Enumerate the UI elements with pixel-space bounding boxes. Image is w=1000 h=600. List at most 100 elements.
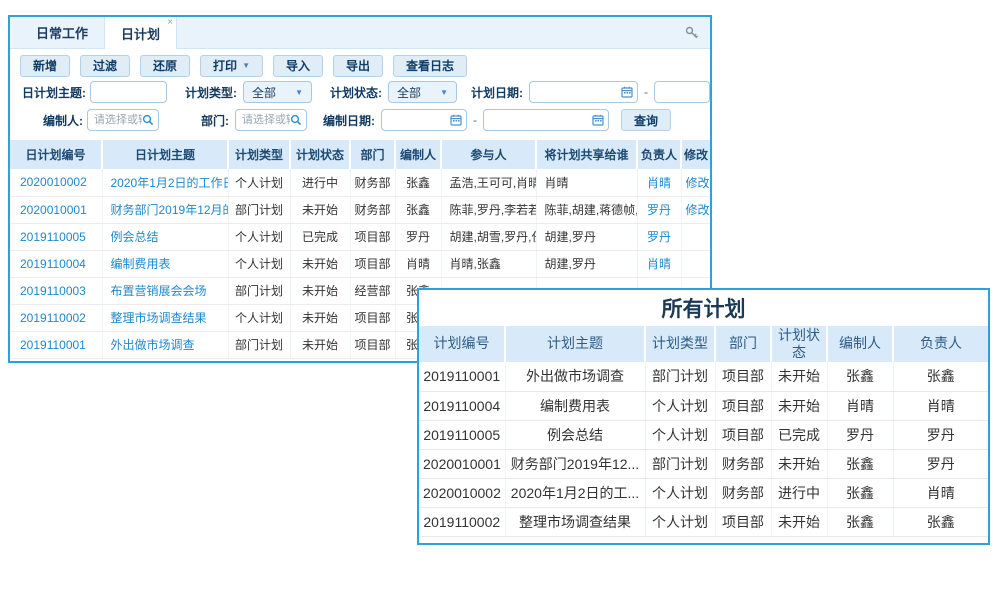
export-button[interactable]: 导出 bbox=[333, 55, 383, 77]
column-header[interactable]: 将计划共享给谁 bbox=[536, 140, 637, 169]
cell: 编制费用表 bbox=[505, 391, 645, 420]
search-icon[interactable] bbox=[142, 114, 154, 126]
table-row: 2019110005例会总结个人计划项目部已完成罗丹罗丹 bbox=[419, 420, 988, 449]
cell-link[interactable]: 2019110001 bbox=[20, 338, 86, 352]
cell: 个人计划 bbox=[645, 420, 715, 449]
cell-link[interactable]: 修改 bbox=[686, 176, 710, 190]
cell: 张鑫 bbox=[893, 362, 988, 391]
cell: 2019110001 bbox=[419, 362, 505, 391]
cell: 张鑫 bbox=[893, 507, 988, 536]
cell: 2019110003 bbox=[10, 277, 102, 304]
cell: 陈菲,胡建,蒋德帧,... bbox=[536, 196, 637, 223]
cell: 2020年1月2日的工... bbox=[505, 478, 645, 507]
column-header[interactable]: 参与人 bbox=[441, 140, 536, 169]
cell: 张鑫 bbox=[827, 507, 893, 536]
plan-status-select[interactable]: 全部 ▼ bbox=[388, 81, 457, 103]
cell: 罗丹 bbox=[637, 223, 681, 250]
column-header[interactable]: 计划类型 bbox=[228, 140, 290, 169]
search-button[interactable]: 查询 bbox=[621, 109, 671, 131]
cell: 整理市场调查结果 bbox=[102, 304, 228, 331]
cell: 部门计划 bbox=[645, 449, 715, 478]
cell-link[interactable]: 2020010002 bbox=[20, 175, 87, 189]
cell-link[interactable]: 2019110004 bbox=[20, 257, 86, 271]
cell: 个人计划 bbox=[228, 250, 290, 277]
daily-plan-subject-input[interactable] bbox=[90, 81, 167, 103]
cell-link[interactable]: 肖晴 bbox=[647, 257, 671, 271]
column-header[interactable]: 负责人 bbox=[637, 140, 681, 169]
search-icon[interactable] bbox=[290, 114, 302, 126]
cell-link[interactable]: 2019110002 bbox=[20, 311, 86, 325]
filter-button[interactable]: 过滤 bbox=[80, 55, 130, 77]
column-header[interactable]: 日计划编号 bbox=[10, 140, 102, 169]
cell-link[interactable]: 2019110005 bbox=[20, 230, 86, 244]
cell: 未开始 bbox=[771, 391, 827, 420]
key-icon[interactable] bbox=[684, 25, 700, 41]
cell-link[interactable]: 外出做市场调查 bbox=[111, 338, 195, 352]
cell: 进行中 bbox=[290, 169, 350, 196]
column-header[interactable]: 日计划主题 bbox=[102, 140, 228, 169]
add-button[interactable]: 新增 bbox=[20, 55, 70, 77]
cell: 部门计划 bbox=[228, 331, 290, 358]
date-range-separator: - bbox=[473, 113, 477, 127]
cell: 项目部 bbox=[350, 304, 395, 331]
cell-link[interactable]: 2020年1月2日的工作日... bbox=[111, 176, 229, 190]
column-header[interactable]: 修改 bbox=[681, 140, 710, 169]
cell: 张鑫 bbox=[395, 196, 441, 223]
create-date-end-input[interactable] bbox=[483, 109, 609, 131]
column-header: 计划状态 bbox=[771, 326, 827, 362]
cell-link[interactable]: 整理市场调查结果 bbox=[111, 311, 207, 325]
column-header[interactable]: 计划状态 bbox=[290, 140, 350, 169]
calendar-icon[interactable] bbox=[592, 114, 604, 126]
cell: 财务部门2019年12月的... bbox=[102, 196, 228, 223]
calendar-icon[interactable] bbox=[450, 114, 462, 126]
plan-type-label: 计划类型: bbox=[185, 84, 237, 101]
cell: 财务部门2019年12... bbox=[505, 449, 645, 478]
view-log-button[interactable]: 查看日志 bbox=[393, 55, 467, 77]
column-header[interactable]: 编制人 bbox=[395, 140, 441, 169]
cell-link[interactable]: 布置营销展会会场 bbox=[111, 284, 207, 298]
cell: 未开始 bbox=[290, 331, 350, 358]
cell: 财务部 bbox=[350, 196, 395, 223]
cell-link[interactable]: 肖晴 bbox=[647, 176, 671, 190]
page-title: 所有计划 bbox=[419, 290, 988, 326]
cell-link[interactable]: 财务部门2019年12月的... bbox=[111, 203, 229, 217]
calendar-icon[interactable] bbox=[621, 86, 633, 98]
create-date-label: 编制日期: bbox=[323, 112, 375, 129]
cell-link[interactable]: 罗丹 bbox=[647, 230, 671, 244]
toolbar: 新增 过滤 还原 打印 ▼ 导入 导出 查看日志 bbox=[10, 49, 710, 78]
restore-button[interactable]: 还原 bbox=[140, 55, 190, 77]
cell-link[interactable]: 2019110003 bbox=[20, 284, 86, 298]
cell-link[interactable]: 罗丹 bbox=[647, 203, 671, 217]
cell-link[interactable]: 2020010001 bbox=[20, 203, 87, 217]
all-plans-window: 所有计划 计划编号 计划主题 计划类型 部门 计划状态 编制人 负责人 2019… bbox=[417, 288, 990, 545]
cell-link[interactable]: 例会总结 bbox=[111, 230, 159, 244]
cell: 2020010002 bbox=[419, 478, 505, 507]
plan-date-end-input[interactable] bbox=[654, 81, 710, 103]
table-row: 2019110001外出做市场调查部门计划项目部未开始张鑫张鑫 bbox=[419, 362, 988, 391]
cell bbox=[681, 250, 710, 277]
close-icon[interactable]: × bbox=[167, 18, 173, 28]
table-header-row: 日计划编号 日计划主题 计划类型 计划状态 部门 编制人 参与人 将计划共享给谁… bbox=[10, 140, 710, 169]
cell: 修改 bbox=[681, 196, 710, 223]
tab-daily-plan[interactable]: 日计划 × bbox=[104, 17, 177, 49]
cell-link[interactable]: 编制费用表 bbox=[111, 257, 171, 271]
filter-row-1: 日计划主题: 计划类型: 全部 ▼ 计划状态: 全部 ▼ 计划日期: - bbox=[10, 78, 710, 106]
cell: 2019110001 bbox=[10, 331, 102, 358]
cell: 张鑫 bbox=[395, 169, 441, 196]
author-label: 编制人: bbox=[43, 112, 83, 129]
date-range-separator: - bbox=[644, 85, 648, 99]
column-header[interactable]: 部门 bbox=[350, 140, 395, 169]
cell-link[interactable]: 修改 bbox=[686, 203, 710, 217]
plan-type-select[interactable]: 全部 ▼ bbox=[243, 81, 312, 103]
cell: 财务部 bbox=[715, 478, 771, 507]
cell: 2019110005 bbox=[419, 420, 505, 449]
cell: 已完成 bbox=[771, 420, 827, 449]
cell: 张鑫 bbox=[827, 478, 893, 507]
cell: 项目部 bbox=[715, 391, 771, 420]
cell: 肖晴 bbox=[637, 250, 681, 277]
print-button[interactable]: 打印 ▼ bbox=[200, 55, 263, 77]
cell: 项目部 bbox=[715, 362, 771, 391]
cell: 未开始 bbox=[771, 362, 827, 391]
import-button[interactable]: 导入 bbox=[273, 55, 323, 77]
tab-daily-work[interactable]: 日常工作 bbox=[20, 17, 104, 48]
